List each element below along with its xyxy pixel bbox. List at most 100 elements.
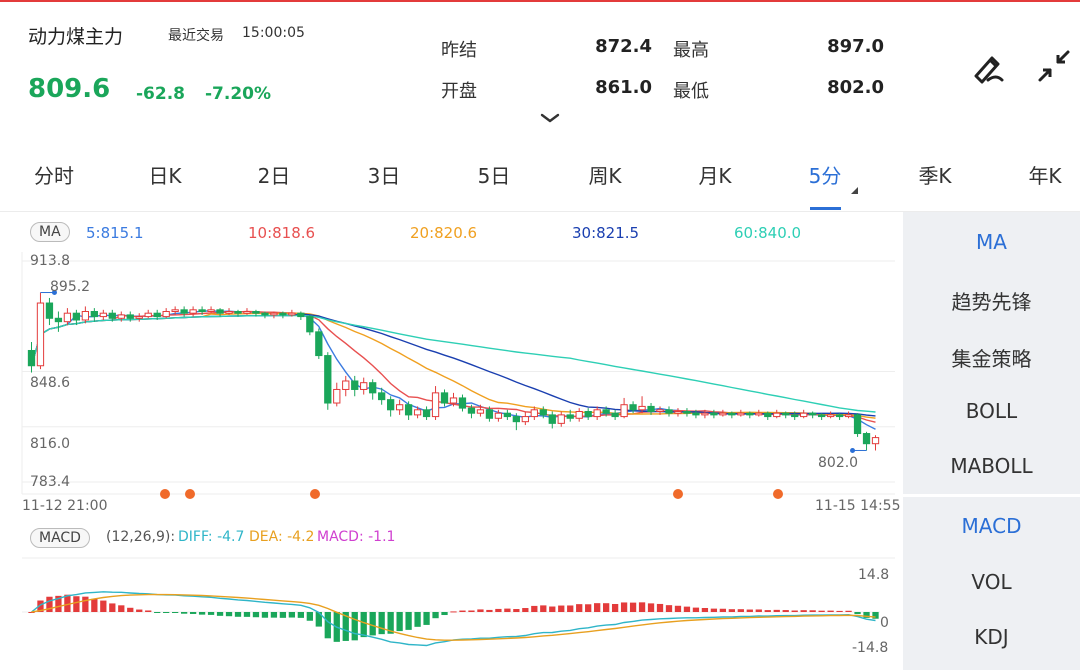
- candle-body: [162, 311, 170, 318]
- candle-body: [261, 312, 269, 316]
- price-chart-area[interactable]: [0, 212, 903, 670]
- last-trade-time: 15:00:05: [242, 25, 305, 41]
- candle-body: [602, 409, 610, 414]
- macd-histogram-bar: [351, 612, 358, 641]
- candle-body: [458, 397, 467, 409]
- macd-histogram-bar: [477, 609, 484, 612]
- macd-histogram-bar: [252, 612, 260, 618]
- macd-histogram-bar: [818, 610, 825, 612]
- candle-body: [719, 412, 727, 416]
- candle-body: [324, 355, 332, 404]
- candle-body: [512, 416, 520, 423]
- event-marker-dot: [773, 489, 783, 499]
- macd-diff-line: [31, 591, 876, 647]
- side-indicator-trend-pioneer[interactable]: 趋势先锋: [903, 286, 1080, 315]
- tab-quarterly-k[interactable]: 季K: [895, 160, 975, 189]
- price-axis-mid: 848.6: [30, 375, 71, 391]
- stat-label-low: 最低: [673, 81, 709, 102]
- candle-body: [351, 380, 359, 390]
- macd-params: (12,26,9):: [106, 529, 176, 545]
- macd-histogram-bar: [629, 602, 637, 612]
- candle-body: [54, 317, 63, 323]
- tab-2-day[interactable]: 2日: [234, 160, 314, 189]
- macd-histogram-bar: [243, 612, 251, 617]
- macd-histogram-bar: [710, 608, 718, 612]
- side-indicator-maboll[interactable]: MABOLL: [903, 454, 1080, 478]
- candle-body: [809, 412, 817, 416]
- macd-histogram-bar: [127, 607, 134, 612]
- macd-indicator: [22, 591, 880, 647]
- macd-histogram-bar: [423, 612, 430, 625]
- side-indicator-vol[interactable]: VOL: [903, 570, 1080, 594]
- side-indicator-macd[interactable]: MACD: [903, 514, 1080, 538]
- candle-body: [72, 312, 81, 321]
- low-marker-dot: [850, 447, 856, 453]
- macd-histogram-value: MACD: -1.1: [317, 529, 396, 545]
- tab-5-day[interactable]: 5日: [454, 160, 534, 189]
- side-indicator-kdj[interactable]: KDJ: [903, 625, 1080, 649]
- macd-histogram-bar: [845, 610, 852, 612]
- macd-histogram-bar: [755, 609, 762, 612]
- macd-histogram-bar: [746, 609, 753, 612]
- tab-3-day[interactable]: 3日: [344, 160, 424, 189]
- candle-body: [557, 414, 565, 424]
- candle-body: [252, 311, 260, 314]
- macd-histogram-bar: [656, 603, 664, 612]
- candle-body: [782, 412, 790, 416]
- collapse-fullscreen-button[interactable]: [1034, 46, 1074, 86]
- macd-histogram-bar: [180, 612, 188, 614]
- candle-body: [746, 412, 754, 416]
- candle-body: [315, 331, 323, 357]
- macd-histogram-bar: [414, 612, 421, 627]
- high-price-marker: 895.2: [50, 279, 91, 295]
- stat-value-high: 897.0: [827, 36, 884, 57]
- macd-histogram-bar: [594, 603, 601, 612]
- tab-intraday[interactable]: 分时: [14, 160, 94, 189]
- macd-histogram-bar: [827, 610, 834, 612]
- macd-histogram-bar: [674, 605, 682, 612]
- candle-body: [494, 412, 503, 419]
- macd-histogram-bar: [225, 612, 233, 617]
- ma-indicator-tag[interactable]: MA: [30, 222, 70, 242]
- macd-histogram-bar: [145, 610, 152, 612]
- chevron-down-icon: [540, 113, 560, 123]
- candle-body: [701, 412, 709, 416]
- stat-label-open: 开盘: [441, 81, 477, 102]
- event-marker-dot: [673, 489, 683, 499]
- price-axis-bottom: 783.4: [30, 474, 71, 490]
- candle-body: [521, 416, 529, 423]
- side-indicator-ma[interactable]: MA: [903, 230, 1080, 254]
- macd-indicator-tag[interactable]: MACD: [30, 528, 90, 548]
- tab-dropdown-triangle-icon: [851, 187, 858, 194]
- candle-body: [99, 312, 107, 318]
- macd-histogram-bar: [620, 602, 628, 612]
- ma60-value: 60:840.0: [734, 224, 802, 242]
- candle-body: [844, 414, 853, 418]
- tab-yearly-k[interactable]: 年K: [1005, 160, 1080, 189]
- candle-body: [593, 409, 601, 418]
- macd-histogram-bar: [719, 608, 727, 612]
- side-indicator-fund-strategy[interactable]: 集金策略: [903, 343, 1080, 372]
- macd-histogram-bar: [109, 603, 116, 612]
- macd-histogram-bar: [82, 596, 89, 612]
- candle-body: [413, 409, 422, 416]
- candle-body: [333, 388, 341, 404]
- expand-header-button[interactable]: [540, 110, 560, 124]
- macd-histogram-bar: [198, 612, 206, 615]
- tab-weekly-k[interactable]: 周K: [565, 160, 645, 189]
- price-axis-top: 913.8: [30, 253, 71, 269]
- side-indicator-boll[interactable]: BOLL: [903, 399, 1080, 423]
- candle-body: [710, 412, 718, 416]
- top-accent-line: [0, 0, 1080, 2]
- draw-tool-button[interactable]: [968, 46, 1008, 86]
- moving-average-lines: [30, 310, 876, 430]
- collapse-arrows-icon: [1038, 50, 1070, 82]
- candle-body: [207, 309, 215, 313]
- tab-monthly-k[interactable]: 月K: [675, 160, 755, 189]
- tab-daily-k[interactable]: 日K: [125, 160, 205, 189]
- macd-histogram-bar: [513, 609, 520, 612]
- macd-histogram-bar: [683, 606, 691, 612]
- macd-histogram-bar: [872, 612, 879, 619]
- event-marker-dot: [160, 489, 170, 499]
- active-tab-indicator: [810, 207, 841, 210]
